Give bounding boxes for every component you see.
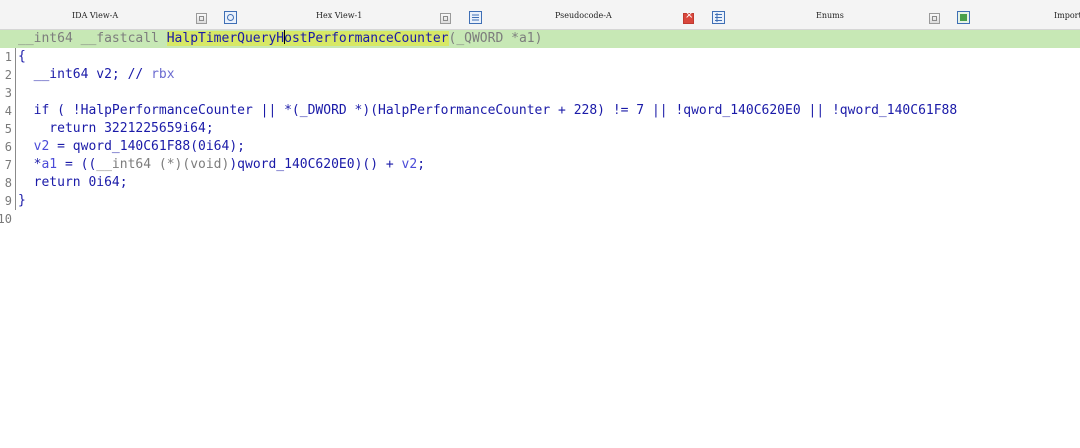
code-line-1[interactable]: 1 __int64 __fastcall HalpTimerQueryHostP… — [0, 30, 1080, 64]
code-line-3[interactable]: 3 __int64 v2; // rbx — [0, 66, 1080, 100]
code-text: { — [18, 49, 26, 64]
code-line-9[interactable]: 9 return 0i64; — [0, 174, 1080, 208]
code-line-5[interactable]: 5 if ( !HalpPerformanceCounter || *(_DWO… — [0, 102, 1080, 136]
imports-icon — [957, 11, 971, 25]
pseudocode-icon — [469, 11, 483, 25]
pseudocode-editor[interactable]: 1 __int64 __fastcall HalpTimerQueryHostP… — [0, 30, 1080, 448]
hex-view-icon — [224, 11, 238, 25]
code-line-6[interactable]: 6 return 3221225659i64; — [0, 120, 1080, 154]
tab-title: Hex View-1 — [316, 11, 363, 20]
close-tab-icon[interactable] — [196, 13, 207, 24]
code-line-2[interactable]: 2 { — [0, 48, 1080, 82]
code-text: return 0i64; — [18, 175, 128, 190]
code-text: } — [18, 193, 26, 208]
function-name-part-1: HalpTimerQueryH — [166, 31, 285, 46]
view-tab-bar: IDA View-A Hex View-1 Pseudocode-A Enums… — [0, 0, 1080, 30]
code-text: if ( !HalpPerformanceCounter || *(_DWORD… — [18, 103, 958, 118]
function-name-part-2: ostPerformanceCounter — [284, 31, 449, 46]
close-tab-icon[interactable] — [683, 10, 694, 24]
code-text-rest: = qword_140C61F88(0i64); — [49, 139, 245, 154]
function-pointer-cast: __int64 (*)(void) — [96, 157, 230, 172]
tab-title: Enums — [816, 11, 844, 20]
code-text: __int64 v2; // rbx — [18, 66, 175, 84]
code-text-b: )qword_140C620E0)() + — [229, 157, 402, 172]
variable-a1[interactable]: a1 — [41, 157, 57, 172]
tab-title: IDA View-A — [72, 11, 119, 20]
function-signature: __int64 __fastcall HalpTimerQueryHostPer… — [18, 30, 542, 48]
code-line-8[interactable]: 8 *a1 = ((__int64 (*)(void))qword_140C62… — [0, 156, 1080, 190]
line-number: 10 — [0, 212, 12, 226]
close-tab-icon[interactable] — [929, 13, 940, 24]
variable-v2[interactable]: v2 — [18, 139, 50, 154]
deref-operator: * — [18, 157, 42, 172]
code-line-10[interactable]: 10 } — [0, 192, 1080, 226]
tab-title: Pseudocode-A — [555, 11, 612, 20]
code-text-end: ; — [417, 157, 426, 172]
register-comment: rbx — [151, 67, 175, 82]
function-name[interactable]: HalpTimerQueryHostPerformanceCounter — [166, 30, 449, 46]
enums-icon — [712, 11, 726, 25]
variable-declaration: __int64 v2; // — [18, 67, 152, 82]
code-line-4[interactable]: 4 — [0, 84, 1080, 118]
variable-v2[interactable]: v2 — [402, 157, 418, 172]
return-type: __int64 __fastcall — [18, 31, 167, 46]
code-text: v2 = qword_140C61F88(0i64); — [18, 138, 245, 156]
code-text-a: = (( — [57, 157, 97, 172]
tab-title: Import — [1054, 11, 1080, 20]
function-arguments: (_QWORD *a1) — [448, 31, 543, 46]
code-text: *a1 = ((__int64 (*)(void))qword_140C620E… — [18, 156, 425, 174]
code-line-7[interactable]: 7 v2 = qword_140C61F88(0i64); — [0, 138, 1080, 172]
close-tab-icon[interactable] — [440, 13, 451, 24]
code-text: return 3221225659i64; — [18, 121, 214, 136]
